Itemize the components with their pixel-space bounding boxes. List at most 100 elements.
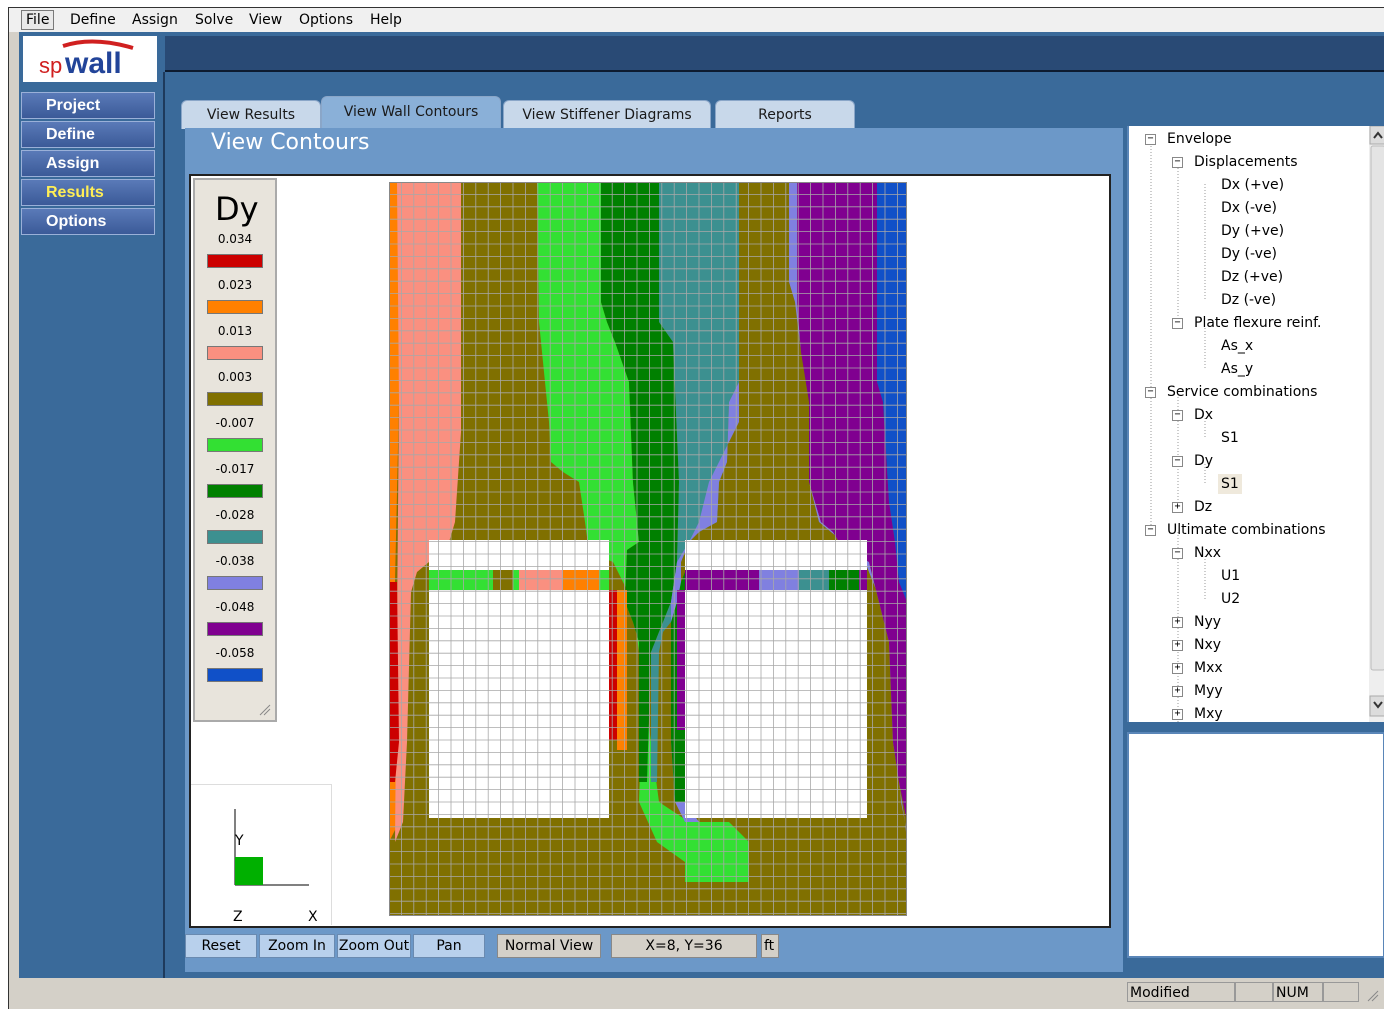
sidebar-divider — [163, 72, 165, 978]
tree-envelope[interactable]: Envelope — [1167, 129, 1232, 149]
tree-plate-flexure[interactable]: Plate flexure reinf. — [1194, 313, 1322, 333]
nav-options[interactable]: Options — [21, 208, 155, 235]
tree-displacements[interactable]: Displacements — [1194, 152, 1298, 172]
results-tree: − Envelope − Displacements Dx (+ve) Dx (… — [1127, 126, 1384, 722]
tree-dx-pos[interactable]: Dx (+ve) — [1221, 175, 1284, 195]
expand-nyy-icon[interactable]: + — [1172, 617, 1183, 628]
legend-value: 0.013 — [217, 324, 253, 338]
tree-service-combinations[interactable]: Service combinations — [1167, 382, 1317, 402]
contour-canvas[interactable]: Dy 0.034 0.023 0.013 0.003 -0.007 -0.017 -0.02… — [189, 174, 1111, 928]
details-panel — [1127, 732, 1384, 958]
legend-swatch — [207, 530, 263, 544]
tree-scrollbar[interactable] — [1369, 126, 1384, 722]
legend-swatch — [207, 668, 263, 682]
tree-mxy[interactable]: Mxy — [1194, 704, 1223, 722]
tree-nxx[interactable]: Nxx — [1194, 543, 1221, 563]
spwall-logo-icon: sp wall — [39, 39, 134, 80]
legend-swatch — [207, 346, 263, 360]
tree-svc-dy-s1-selected[interactable]: S1 — [1218, 474, 1242, 494]
nav-assign[interactable]: Assign — [21, 150, 155, 177]
legend-swatch — [207, 622, 263, 636]
tree-as-y[interactable]: As_y — [1221, 359, 1253, 379]
reset-button[interactable]: Reset — [185, 934, 257, 958]
collapse-svc-dy-icon[interactable]: − — [1172, 456, 1183, 467]
tree-u1[interactable]: U1 — [1221, 566, 1240, 586]
expand-mxx-icon[interactable]: + — [1172, 663, 1183, 674]
sidebar-nav: Project Define Assign Results Options — [21, 92, 157, 237]
nav-results[interactable]: Results — [21, 179, 155, 206]
view-mode-field[interactable]: Normal View — [497, 934, 601, 958]
tree-ultimate-combinations[interactable]: Ultimate combinations — [1167, 520, 1326, 540]
menu-view[interactable]: View — [249, 11, 282, 29]
status-modified: Modified — [1127, 982, 1235, 1002]
expand-svc-dz-icon[interactable]: + — [1172, 502, 1183, 513]
zoom-in-button[interactable]: Zoom In — [259, 934, 335, 958]
collapse-svc-dx-icon[interactable]: − — [1172, 410, 1183, 421]
legend-value: 0.034 — [217, 232, 253, 246]
legend-title: Dy — [215, 190, 259, 228]
scroll-thumb[interactable] — [1370, 145, 1384, 671]
nav-project[interactable]: Project — [21, 92, 155, 119]
collapse-service-icon[interactable]: − — [1145, 387, 1156, 398]
menu-define[interactable]: Define — [70, 11, 116, 29]
tree-dy-pos[interactable]: Dy (+ve) — [1221, 221, 1284, 241]
application-window: File Define Assign Solve View Options He… — [8, 7, 1384, 1009]
wall-contour-plot[interactable] — [389, 182, 907, 916]
legend-value: -0.028 — [215, 508, 255, 522]
tab-reports[interactable]: Reports — [715, 100, 855, 129]
status-bar: Modified NUM — [9, 980, 1384, 1009]
pan-button[interactable]: Pan — [413, 934, 485, 958]
axis-x-label: X — [308, 909, 318, 925]
unit-field: ft — [761, 934, 779, 958]
top-band — [165, 36, 1384, 72]
legend-swatch — [207, 438, 263, 452]
status-empty-2 — [1323, 982, 1359, 1002]
axis-y-label: Y — [234, 833, 244, 849]
expand-nxy-icon[interactable]: + — [1172, 640, 1183, 651]
tree-dy-neg[interactable]: Dy (-ve) — [1221, 244, 1277, 264]
tree-dz-neg[interactable]: Dz (-ve) — [1221, 290, 1276, 310]
tab-view-results[interactable]: View Results — [181, 100, 321, 129]
collapse-envelope-icon[interactable]: − — [1145, 134, 1156, 145]
menu-bar: File Define Assign Solve View Options He… — [9, 8, 1384, 32]
tree-as-x[interactable]: As_x — [1221, 336, 1253, 356]
tree-nxy[interactable]: Nxy — [1194, 635, 1221, 655]
legend-swatch — [207, 300, 263, 314]
menu-solve[interactable]: Solve — [195, 11, 233, 29]
tab-view-wall-contours[interactable]: View Wall Contours — [321, 96, 501, 129]
tree-svc-dz[interactable]: Dz — [1194, 497, 1212, 517]
resize-grip-icon[interactable] — [1365, 988, 1379, 1002]
tree-svc-dy[interactable]: Dy — [1194, 451, 1213, 471]
tab-view-stiffener-diagrams[interactable]: View Stiffener Diagrams — [503, 100, 711, 129]
tree-svc-dx-s1[interactable]: S1 — [1221, 428, 1239, 448]
collapse-displacements-icon[interactable]: − — [1172, 157, 1183, 168]
expand-mxy-icon[interactable]: + — [1172, 709, 1183, 720]
collapse-ultimate-icon[interactable]: − — [1145, 525, 1156, 536]
menu-file[interactable]: File — [21, 10, 55, 30]
tree-myy[interactable]: Myy — [1194, 681, 1223, 701]
axis-z-label: Z — [233, 909, 243, 925]
panel-title: View Contours — [211, 130, 370, 155]
expand-myy-icon[interactable]: + — [1172, 686, 1183, 697]
menu-help[interactable]: Help — [370, 11, 402, 29]
contours-panel: View Contours Dy 0.034 0.023 0.013 0.003 -0.… — [185, 128, 1123, 972]
tree-svc-dx[interactable]: Dx — [1194, 405, 1213, 425]
tree-nyy[interactable]: Nyy — [1194, 612, 1221, 632]
menu-options[interactable]: Options — [299, 11, 353, 29]
legend-value: -0.048 — [215, 600, 255, 614]
tree-dx-neg[interactable]: Dx (-ve) — [1221, 198, 1277, 218]
legend-value: -0.007 — [215, 416, 255, 430]
nav-define[interactable]: Define — [21, 121, 155, 148]
legend-value: -0.038 — [215, 554, 255, 568]
tree-dz-pos[interactable]: Dz (+ve) — [1221, 267, 1283, 287]
legend-value: 0.023 — [217, 278, 253, 292]
contour-legend: Dy 0.034 0.023 0.013 0.003 -0.007 -0.017 -0.02… — [193, 178, 277, 722]
collapse-plate-flexure-icon[interactable]: − — [1172, 318, 1183, 329]
menu-assign[interactable]: Assign — [132, 11, 178, 29]
resize-grip-icon[interactable] — [257, 702, 271, 716]
legend-swatch — [207, 576, 263, 590]
tree-mxx[interactable]: Mxx — [1194, 658, 1223, 678]
tree-u2[interactable]: U2 — [1221, 589, 1240, 609]
collapse-nxx-icon[interactable]: − — [1172, 548, 1183, 559]
zoom-out-button[interactable]: Zoom Out — [337, 934, 411, 958]
